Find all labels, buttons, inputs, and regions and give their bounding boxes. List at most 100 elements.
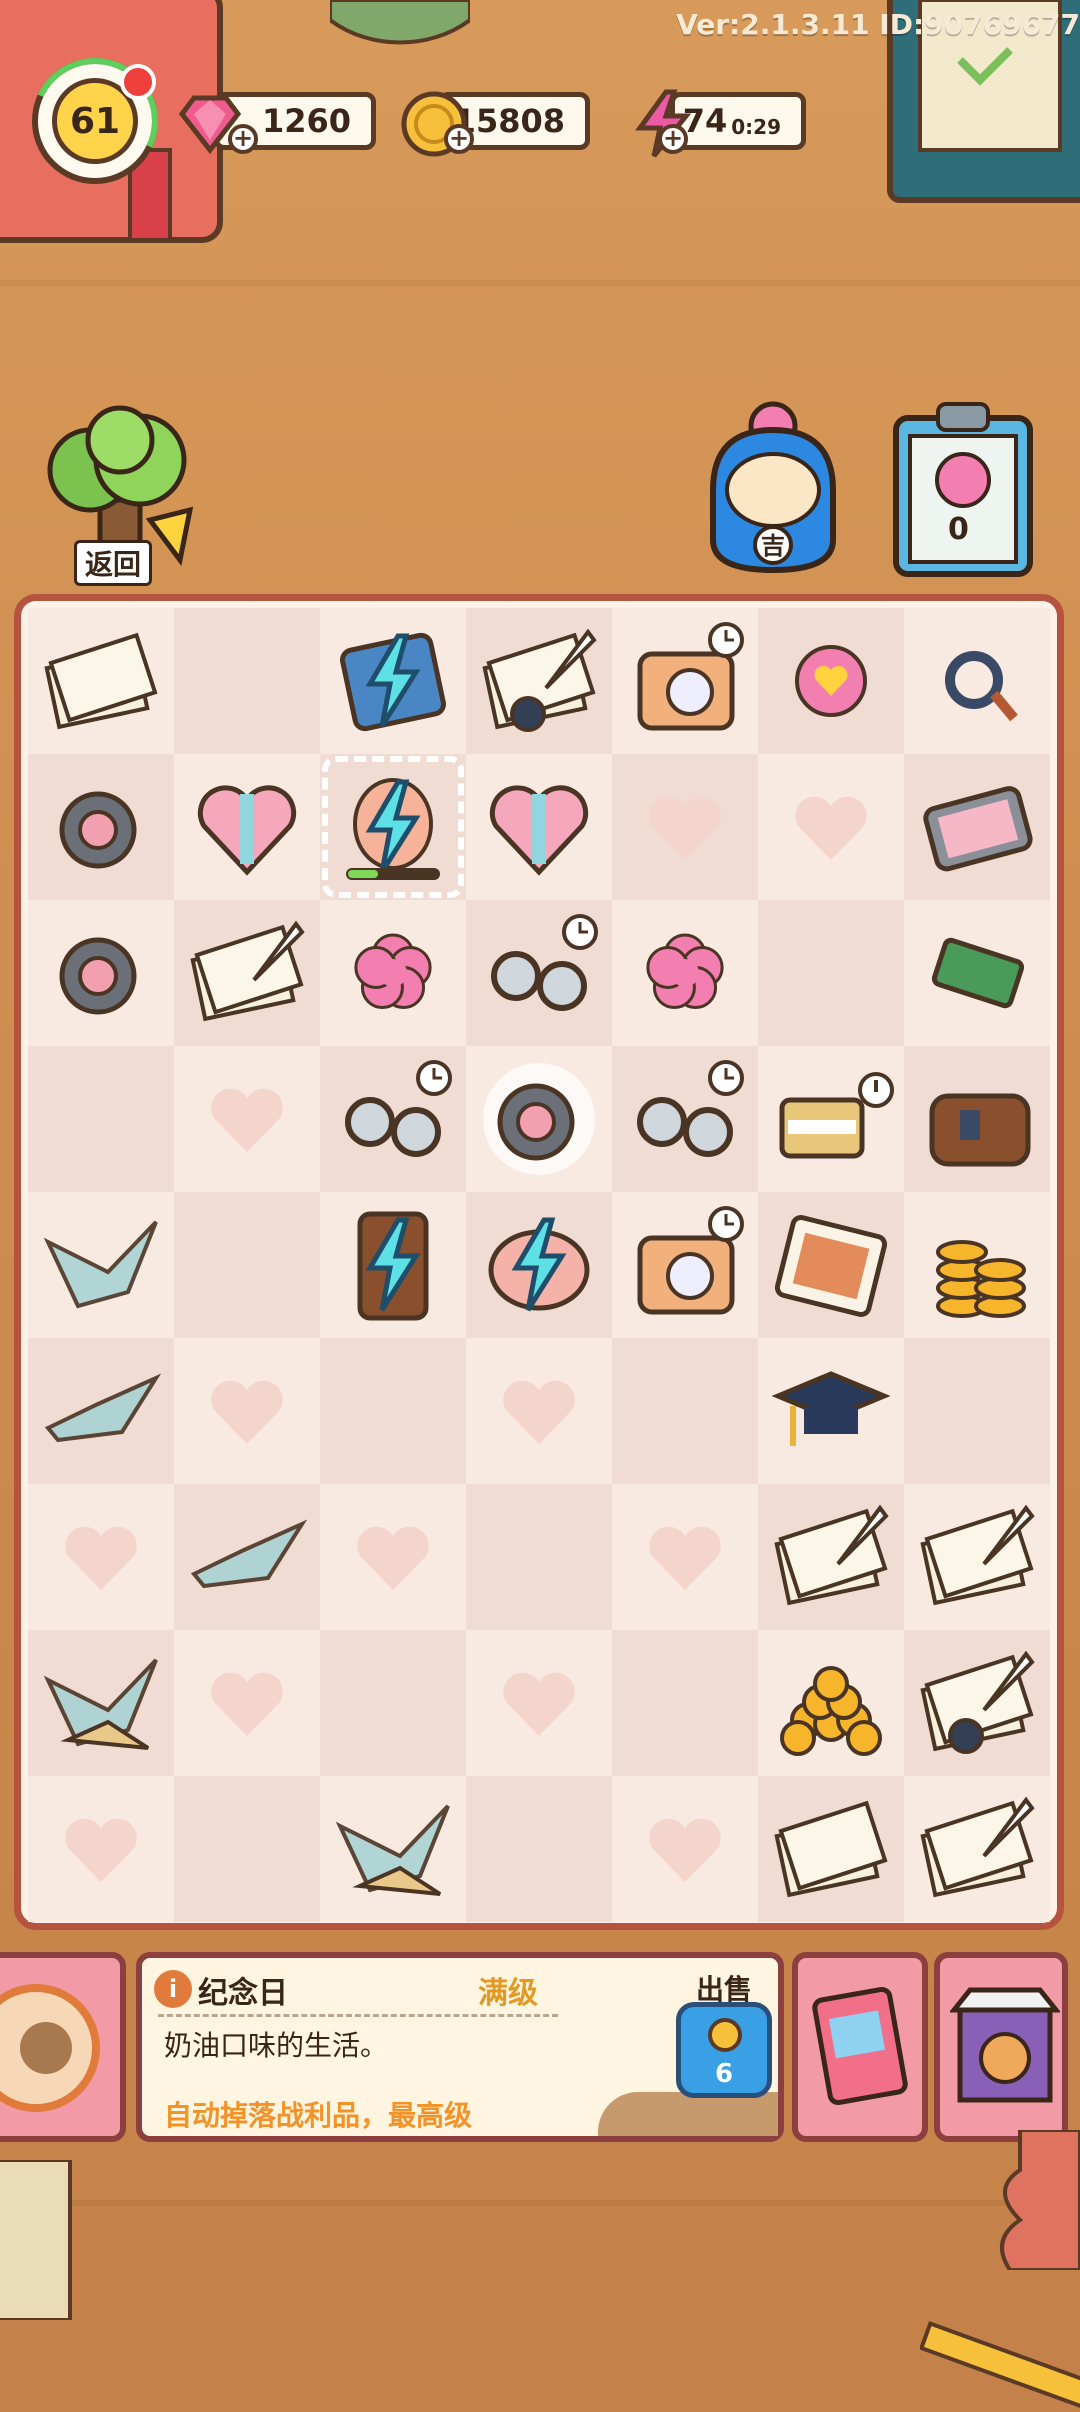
board-cell[interactable]: [28, 1192, 174, 1338]
board-cell[interactable]: [612, 1630, 758, 1776]
board-cell[interactable]: [28, 1776, 174, 1922]
board-cell[interactable]: [466, 1484, 612, 1630]
board-cell[interactable]: [466, 1338, 612, 1484]
board-cell[interactable]: [758, 1630, 904, 1776]
board-cell[interactable]: [28, 1630, 174, 1776]
lightning-book-icon[interactable]: [330, 618, 456, 744]
board-cell[interactable]: [758, 1046, 904, 1192]
sakura-icon[interactable]: [330, 910, 456, 1036]
board-cell[interactable]: [320, 1776, 466, 1922]
board-cell[interactable]: [28, 754, 174, 900]
board-cell[interactable]: [28, 1046, 174, 1192]
paper-crane-3-icon[interactable]: [38, 1640, 164, 1766]
board-cell[interactable]: [904, 1046, 1050, 1192]
board-cell[interactable]: [612, 1776, 758, 1922]
board-cell[interactable]: [904, 1338, 1050, 1484]
board-cell[interactable]: [28, 1338, 174, 1484]
letters-icon[interactable]: [768, 1786, 894, 1912]
quill-ink-icon[interactable]: [914, 1640, 1040, 1766]
board-cell[interactable]: [758, 900, 904, 1046]
piano-alert-icon[interactable]: [768, 1056, 894, 1182]
board-cell[interactable]: [320, 1630, 466, 1776]
quill-letter-icon[interactable]: [914, 1494, 1040, 1620]
add-coins-button[interactable]: +: [444, 124, 474, 154]
board-cell[interactable]: [758, 608, 904, 754]
board-cell[interactable]: [320, 1192, 466, 1338]
lightning-piggy-icon[interactable]: [476, 1202, 602, 1328]
board-cell[interactable]: [320, 608, 466, 754]
board-cell[interactable]: [612, 1192, 758, 1338]
quill-ink-icon[interactable]: [476, 618, 602, 744]
board-cell[interactable]: [466, 1046, 612, 1192]
bag-icon[interactable]: [914, 1056, 1040, 1182]
pink-tablet-icon[interactable]: [914, 764, 1040, 890]
board-cell[interactable]: [904, 1484, 1050, 1630]
paper-crane-2-icon[interactable]: [38, 1348, 164, 1474]
paper-crane-2-icon[interactable]: [184, 1494, 310, 1620]
board-cell[interactable]: [320, 1046, 466, 1192]
board-cell[interactable]: [758, 1776, 904, 1922]
board-cell[interactable]: [612, 1338, 758, 1484]
sakura-icon[interactable]: [622, 910, 748, 1036]
sakura-heart-icon[interactable]: [768, 618, 894, 744]
quill-letter-icon[interactable]: [914, 1786, 1040, 1912]
camera-timer-icon[interactable]: [622, 1202, 748, 1328]
board-cell[interactable]: [174, 608, 320, 754]
board-cell[interactable]: [904, 900, 1050, 1046]
lightning-cabinet-icon[interactable]: [330, 1202, 456, 1328]
quill-letter-icon[interactable]: [768, 1494, 894, 1620]
board-cell[interactable]: [904, 1776, 1050, 1922]
board-cell[interactable]: [320, 754, 466, 900]
glasses-timer-icon[interactable]: [476, 910, 602, 1036]
board-cell[interactable]: [174, 1046, 320, 1192]
board-cell[interactable]: [466, 754, 612, 900]
board-cell[interactable]: [174, 1338, 320, 1484]
glasses-timer-icon[interactable]: [622, 1056, 748, 1182]
info-icon[interactable]: i: [154, 1970, 192, 2008]
shop-button[interactable]: [934, 1952, 1068, 2142]
board-cell[interactable]: [320, 1484, 466, 1630]
paper-crane-3-icon[interactable]: [330, 1786, 456, 1912]
board-cell[interactable]: [904, 1192, 1050, 1338]
gift-heart-icon[interactable]: [184, 764, 310, 890]
grad-cap-icon[interactable]: [768, 1348, 894, 1474]
letters-icon[interactable]: [38, 618, 164, 744]
board-cell[interactable]: [174, 1192, 320, 1338]
board-cell[interactable]: [612, 608, 758, 754]
coin-pile-icon[interactable]: [768, 1640, 894, 1766]
sakura-clipboard-icon[interactable]: [890, 398, 1036, 578]
board-cell[interactable]: [320, 900, 466, 1046]
board-cell[interactable]: [174, 1484, 320, 1630]
quill-letter-icon[interactable]: [184, 910, 310, 1036]
board-cell[interactable]: [174, 1630, 320, 1776]
avatar-card[interactable]: [0, 1952, 126, 2142]
board-cell[interactable]: [466, 1192, 612, 1338]
board-cell[interactable]: [758, 1192, 904, 1338]
round-device-glow-icon[interactable]: [476, 1056, 602, 1182]
board-cell[interactable]: [612, 900, 758, 1046]
board-cell[interactable]: [904, 608, 1050, 754]
board-cell[interactable]: [466, 1630, 612, 1776]
add-energy-button[interactable]: +: [658, 124, 688, 154]
board-cell[interactable]: [466, 1776, 612, 1922]
round-device-icon[interactable]: [38, 764, 164, 890]
gift-heart-icon[interactable]: [476, 764, 602, 890]
board-cell[interactable]: [758, 1338, 904, 1484]
board-cell[interactable]: [758, 754, 904, 900]
board-cell[interactable]: [174, 1776, 320, 1922]
board-cell[interactable]: [320, 1338, 466, 1484]
storybook-button[interactable]: [792, 1952, 928, 2142]
board-cell[interactable]: [28, 608, 174, 754]
round-device-icon[interactable]: [38, 910, 164, 1036]
board-cell[interactable]: [612, 1046, 758, 1192]
daruma-cat-icon[interactable]: 吉: [698, 390, 848, 580]
circuit-board-icon[interactable]: [914, 910, 1040, 1036]
sell-button[interactable]: 6: [676, 2002, 772, 2098]
cable-icon[interactable]: [914, 618, 1040, 744]
photo-frame-icon[interactable]: [768, 1202, 894, 1328]
back-button-label[interactable]: 返回: [74, 540, 153, 586]
player-level-badge[interactable]: 61: [14, 40, 176, 202]
add-gems-button[interactable]: +: [228, 124, 258, 154]
board-cell[interactable]: [758, 1484, 904, 1630]
paper-crane-icon[interactable]: [38, 1202, 164, 1328]
